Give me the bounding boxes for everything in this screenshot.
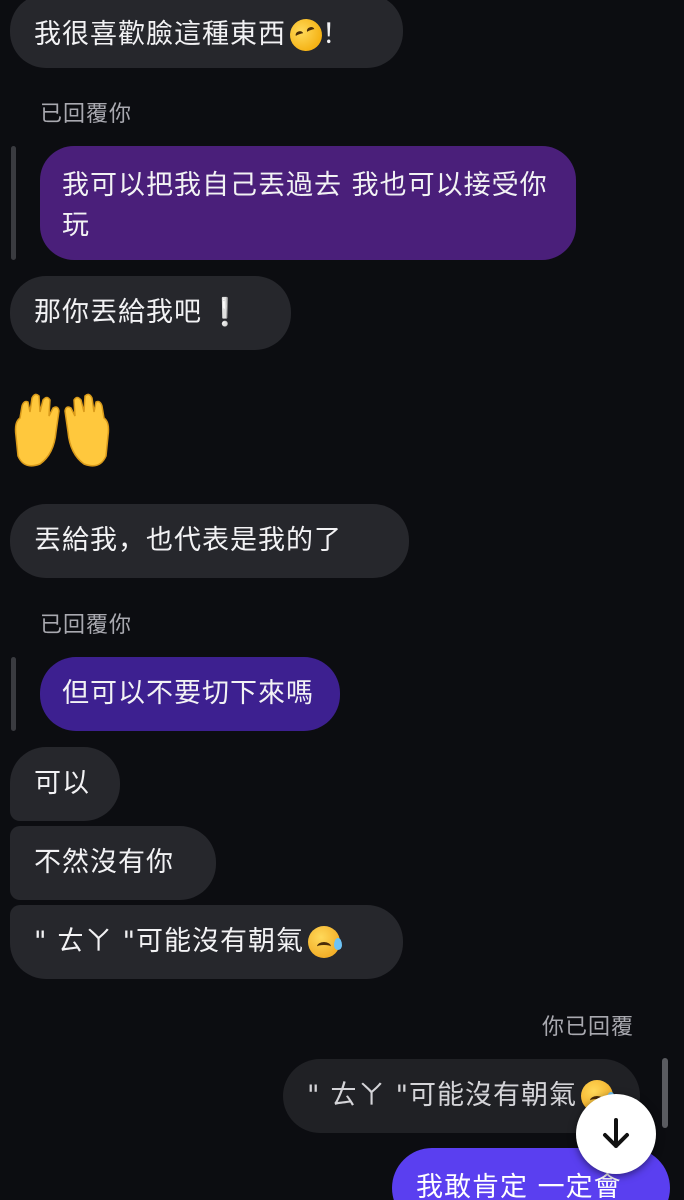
message-text: 不然沒有你	[34, 847, 174, 878]
message-bubble[interactable]: 那你丟給我吧 ❕	[10, 276, 291, 350]
reply-label: 你已回覆	[542, 1015, 635, 1040]
quoted-text: 但可以不要切下來嗎	[62, 678, 314, 709]
quoted-message[interactable]: 但可以不要切下來嗎	[40, 657, 340, 731]
message-text: 我很喜歡臉這種東西	[34, 19, 286, 50]
quoted-text: " ㄊㄚ "可能沒有朝氣	[307, 1080, 578, 1111]
message-text: 丟給我，也代表是我的了	[34, 525, 342, 556]
reply-label: 已回覆你	[40, 102, 133, 127]
message-bubble[interactable]: 丟給我，也代表是我的了	[10, 504, 409, 578]
sad-relieved-face-icon	[308, 926, 343, 958]
quote-bar	[662, 1058, 668, 1128]
reply-label: 已回覆你	[40, 613, 133, 638]
message-text: " ㄊㄚ "可能沒有朝氣	[34, 926, 305, 957]
message-bubble[interactable]: 可以	[10, 747, 120, 821]
chat-screen: 我很喜歡臉這種東西 ！ 已回覆你 我可以把我自己丟過去 我也可以接受你玩 那你丟…	[0, 0, 684, 1200]
message-bubble[interactable]: 不然沒有你	[10, 826, 216, 900]
arrow-down-icon	[603, 1118, 629, 1148]
message-text: 可以	[34, 768, 90, 799]
scroll-to-bottom-button[interactable]	[576, 1094, 656, 1174]
quote-bar	[11, 146, 16, 260]
message-bubble[interactable]: 我很喜歡臉這種東西 ！	[10, 0, 403, 68]
message-suffix: ！	[322, 19, 350, 50]
message-bubble[interactable]: " ㄊㄚ "可能沒有朝氣	[10, 905, 403, 979]
quote-bar	[11, 657, 16, 731]
message-text: 那你丟給我吧	[34, 297, 202, 328]
palms-up-together-icon[interactable]	[10, 392, 114, 472]
message-text: 我敢肯定 一定會	[416, 1172, 622, 1200]
quoted-text: 我可以把我自己丟過去 我也可以接受你玩	[62, 170, 548, 241]
rolling-on-floor-laughing-icon	[285, 14, 327, 56]
exclamation-icon: ❕	[208, 297, 243, 328]
quoted-message[interactable]: 我可以把我自己丟過去 我也可以接受你玩	[40, 146, 576, 260]
